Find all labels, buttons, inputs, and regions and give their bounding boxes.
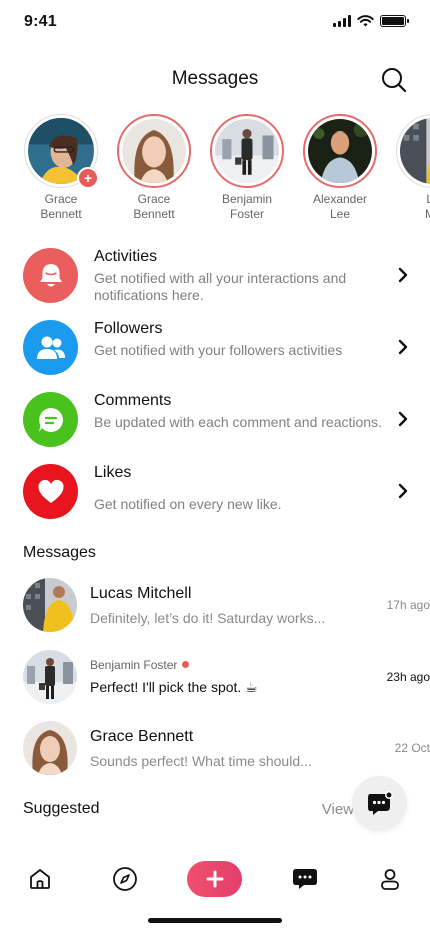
story-ring bbox=[396, 114, 430, 188]
conversation-preview: Sounds perfect! What time should... bbox=[90, 753, 312, 769]
add-story-button[interactable]: + bbox=[77, 167, 99, 189]
plus-icon bbox=[206, 870, 223, 888]
story-item[interactable]: + Grace Bennett bbox=[21, 114, 101, 222]
followers-row[interactable]: Followers Get notified with your followe… bbox=[0, 320, 430, 380]
comments-icon-circle bbox=[23, 392, 78, 447]
chat-bubble-icon bbox=[367, 790, 393, 815]
battery-icon bbox=[380, 15, 409, 27]
followers-icon-circle bbox=[23, 320, 78, 375]
explore-tab[interactable] bbox=[110, 864, 140, 894]
messages-section-title: Messages bbox=[23, 544, 96, 561]
unread-dot bbox=[182, 661, 190, 668]
status-time: 9:41 bbox=[24, 13, 57, 30]
conversation-preview: Definitely, let’s do it! Saturday works.… bbox=[90, 610, 326, 626]
chevron-right-icon bbox=[398, 483, 408, 499]
conversation-row[interactable]: Lucas Mitchell Definitely, let’s do it! … bbox=[0, 578, 430, 638]
comments-description: Be updated with each comment and reactio… bbox=[94, 414, 382, 430]
avatar bbox=[23, 578, 77, 632]
story-name: Benjamin Foster bbox=[221, 192, 273, 221]
conversation-name: Grace Bennett bbox=[90, 728, 194, 745]
likes-title: Likes bbox=[94, 464, 132, 481]
signal-icon bbox=[333, 15, 351, 27]
story-item[interactable]: Lu Mit bbox=[393, 114, 430, 222]
story-name: Alexander Lee bbox=[312, 192, 368, 221]
wifi-icon bbox=[357, 15, 374, 27]
conversation-name: Benjamin Foster bbox=[90, 658, 190, 672]
story-item[interactable]: Grace Bennett bbox=[114, 114, 194, 222]
story-item[interactable]: Benjamin Foster bbox=[207, 114, 287, 222]
home-tab[interactable] bbox=[25, 864, 55, 894]
story-name: Grace Bennett bbox=[40, 192, 82, 221]
conversation-name-text: Benjamin Foster bbox=[90, 658, 178, 672]
conversation-time: 17h ago bbox=[386, 598, 430, 612]
avatar bbox=[308, 119, 372, 183]
story-name: Grace Bennett bbox=[133, 192, 175, 221]
conversation-time: 23h ago bbox=[386, 670, 430, 684]
conversation-time: 22 Oct bbox=[394, 741, 430, 755]
profile-icon bbox=[381, 869, 399, 890]
new-chat-button[interactable] bbox=[352, 776, 407, 831]
likes-row[interactable]: Likes Get notified on every new like. bbox=[0, 464, 430, 524]
conversation-row[interactable]: Benjamin Foster Perfect! I'll pick the s… bbox=[0, 650, 430, 710]
heart-icon bbox=[37, 479, 64, 503]
bell-icon bbox=[39, 263, 62, 286]
compass-icon bbox=[113, 867, 137, 891]
create-post-button[interactable] bbox=[187, 861, 242, 897]
avatar bbox=[400, 118, 430, 184]
conversation-preview: Perfect! I'll pick the spot. ☕ bbox=[90, 679, 258, 695]
chevron-right-icon bbox=[398, 411, 408, 427]
conversation-row[interactable]: Grace Bennett Sounds perfect! What time … bbox=[0, 721, 430, 781]
story-ring: + bbox=[24, 114, 99, 189]
status-icons bbox=[333, 15, 409, 27]
avatar bbox=[23, 721, 77, 775]
status-bar: 9:41 bbox=[0, 0, 430, 44]
story-ring bbox=[210, 114, 284, 188]
message-icon bbox=[293, 869, 317, 889]
activities-row[interactable]: Activities Get notified with all your in… bbox=[0, 248, 430, 308]
story-ring bbox=[303, 114, 377, 188]
search-icon bbox=[382, 68, 407, 93]
stories-row: + Grace Bennett Grace Bennett Benjamin F… bbox=[0, 114, 430, 229]
comments-row[interactable]: Comments Be updated with each comment an… bbox=[0, 392, 430, 452]
view-all-link[interactable]: View bbox=[322, 801, 354, 818]
avatar bbox=[215, 119, 279, 183]
avatar bbox=[23, 650, 77, 704]
story-item[interactable]: Alexander Lee bbox=[300, 114, 380, 222]
messages-tab[interactable] bbox=[290, 864, 320, 894]
activities-icon-circle bbox=[23, 248, 78, 303]
activities-description: Get notified with all your interactions … bbox=[94, 270, 347, 303]
users-icon bbox=[36, 336, 65, 359]
conversation-name: Lucas Mitchell bbox=[90, 585, 192, 602]
comments-title: Comments bbox=[94, 392, 172, 409]
bottom-nav bbox=[0, 844, 430, 932]
page-title: Messages bbox=[171, 68, 259, 89]
suggested-title: Suggested bbox=[23, 800, 100, 817]
comment-icon bbox=[38, 407, 63, 432]
chevron-right-icon bbox=[398, 267, 408, 283]
story-ring bbox=[117, 114, 191, 188]
header: Messages bbox=[0, 60, 430, 100]
home-icon bbox=[30, 869, 50, 889]
likes-description: Get notified on every new like. bbox=[94, 496, 282, 512]
activities-title: Activities bbox=[94, 248, 158, 265]
chevron-right-icon bbox=[398, 339, 408, 355]
followers-description: Get notified with your followers activit… bbox=[94, 342, 343, 358]
followers-title: Followers bbox=[94, 320, 163, 337]
avatar bbox=[122, 119, 186, 183]
search-button[interactable] bbox=[380, 66, 408, 94]
story-name: Lu Mit bbox=[425, 192, 430, 221]
profile-tab[interactable] bbox=[375, 864, 405, 894]
likes-icon-circle bbox=[23, 464, 78, 519]
home-indicator bbox=[148, 918, 282, 923]
